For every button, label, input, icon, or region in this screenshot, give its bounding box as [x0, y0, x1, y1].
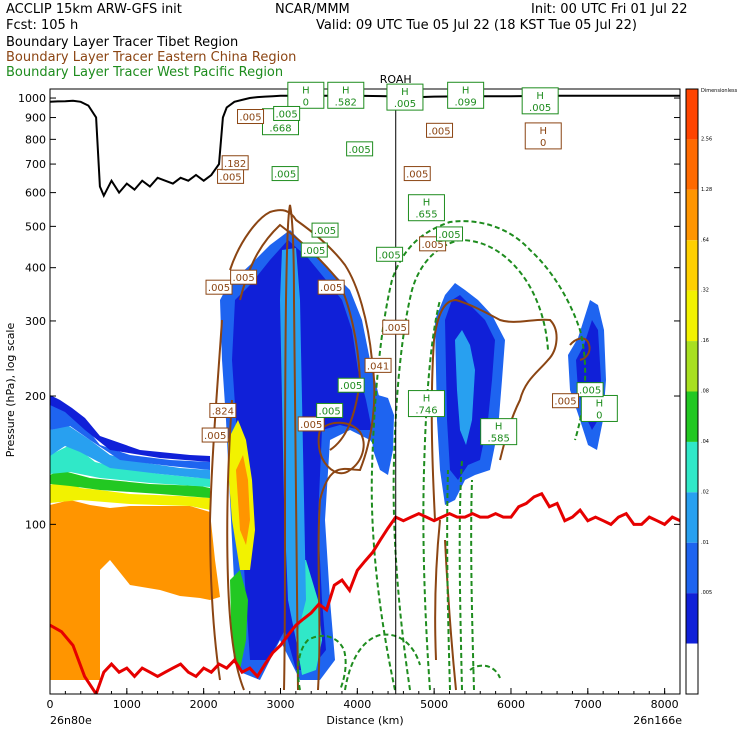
x-tick-label: 0 — [47, 698, 54, 711]
cross-section-chart: ROAH 0 1000 2000 3000 4000 5000 6000 7000 8000 1… — [4, 73, 738, 727]
contour-value-label: .005 — [319, 406, 341, 417]
green-contour-surface — [344, 633, 501, 691]
colorbar-swatch — [686, 542, 698, 594]
colorbar-swatch — [686, 643, 698, 694]
y-tick-label: 1000 — [18, 92, 46, 105]
y-axis-label: Pressure (hPa), log scale — [4, 323, 17, 458]
colorbar-label: .32 — [701, 288, 709, 294]
x-tick-label: 7000 — [574, 698, 602, 711]
h-label-letter: H — [495, 422, 503, 433]
colorbar-label: Dimensionless — [701, 88, 738, 94]
h-label-value: 0 — [596, 410, 602, 421]
colorbar-swatch — [686, 139, 698, 190]
y-tick-label: 900 — [25, 112, 46, 125]
h-label-value: .746 — [415, 406, 437, 417]
h-label-letter: H — [342, 85, 350, 96]
colorbar-swatch — [686, 341, 698, 392]
h-label-value: .585 — [488, 434, 510, 445]
contour-value-label: .005 — [340, 381, 362, 392]
contour-value-label: .005 — [314, 226, 336, 237]
contour-value-label: .005 — [274, 170, 296, 181]
colorbar-swatch — [686, 593, 698, 644]
colorbar-swatch — [686, 89, 698, 140]
contour-value-label: .005 — [204, 431, 226, 442]
contour-value-label: .005 — [348, 145, 370, 156]
colorbar-label: .04 — [701, 439, 709, 445]
contour-value-label: .005 — [300, 420, 322, 431]
x-tick-label: 8000 — [651, 698, 679, 711]
h-label-value: .668 — [269, 124, 291, 135]
h-label-letter: H — [401, 87, 409, 98]
colorbar-label: .16 — [701, 338, 709, 344]
tracer-fill-layer — [50, 230, 606, 680]
colorbar-label: .01 — [701, 540, 709, 546]
contour-value-label: .005 — [276, 109, 298, 120]
contour-value-label: .005 — [438, 230, 460, 241]
contour-value-label: .005 — [208, 283, 230, 294]
h-label-letter: H — [596, 398, 604, 409]
contour-value-label: .182 — [224, 159, 246, 170]
x-tick-label: 3000 — [266, 698, 294, 711]
contour-value-label: .824 — [212, 406, 234, 417]
h-label-letter: H — [302, 85, 310, 96]
y-tick-label: 300 — [25, 315, 46, 328]
contour-value-label: .005 — [303, 246, 325, 257]
colorbar-swatch — [686, 441, 698, 493]
colorbar-swatch — [686, 240, 698, 291]
contour-value-label: .005 — [239, 113, 261, 124]
contour-value-label: .005 — [219, 172, 241, 183]
h-label-value: 0 — [540, 138, 546, 149]
y-tick-label: 400 — [25, 262, 46, 275]
h-label-letter: H — [423, 394, 431, 405]
x-axis-end-label: 26n166e — [633, 714, 682, 727]
x-axis-label: Distance (km) — [326, 714, 403, 727]
contour-value-label: .005 — [428, 126, 450, 137]
colorbar-label: .08 — [701, 389, 709, 395]
y-tick-label: 200 — [25, 390, 46, 403]
contour-value-label: .005 — [406, 170, 428, 181]
h-label-value: .005 — [394, 99, 416, 110]
h-label-value: .005 — [529, 103, 551, 114]
h-label-value: .099 — [455, 97, 477, 108]
colorbar-label: .64 — [701, 237, 709, 243]
h-label-value: 0 — [303, 97, 309, 108]
x-tick-label: 4000 — [343, 698, 371, 711]
contour-value-label: .005 — [579, 386, 601, 397]
colorbar-swatch — [686, 391, 698, 442]
contour-value-label: .005 — [320, 283, 342, 294]
y-tick-label: 700 — [25, 158, 46, 171]
brown-contour-central-left — [208, 319, 223, 681]
contour-value-label: .005 — [385, 323, 407, 334]
h-label-letter: H — [423, 198, 431, 209]
y-tick-label: 100 — [25, 518, 46, 531]
colorbar-swatch — [686, 492, 698, 543]
y-tick-label: 800 — [25, 133, 46, 146]
colorbar-swatch — [686, 290, 698, 342]
h-label-letter: H — [462, 85, 470, 96]
brown-contour-east-lower — [434, 519, 457, 691]
x-axis-ticks: 0 1000 2000 3000 4000 5000 6000 7000 8000 — [47, 688, 681, 711]
h-label-value: .655 — [415, 210, 437, 221]
colorbar-label: .02 — [701, 489, 709, 495]
x-tick-label: 6000 — [497, 698, 525, 711]
contour-value-label: .041 — [367, 361, 389, 372]
x-tick-label: 2000 — [190, 698, 218, 711]
x-tick-label: 1000 — [113, 698, 141, 711]
x-tick-label: 5000 — [420, 698, 448, 711]
colorbar-label: 2.56 — [701, 136, 712, 142]
h-label-letter: H — [539, 126, 547, 137]
colorbar-label: 1.28 — [701, 187, 712, 193]
y-tick-label: 500 — [25, 220, 46, 233]
h-label-value: .582 — [335, 97, 357, 108]
x-axis-start-label: 26n80e — [50, 714, 92, 727]
colorbar-label: .005 — [701, 590, 712, 596]
contour-value-label: .005 — [378, 250, 400, 261]
h-label-letter: H — [536, 91, 544, 102]
y-tick-label: 600 — [25, 187, 46, 200]
contour-value-label: .005 — [421, 240, 443, 251]
contour-value-label: .005 — [554, 397, 576, 408]
contour-value-label: .005 — [232, 273, 254, 284]
colorbar: Dimensionless 2.56 1.28 .64 .32 .16 .08 .04 .02.… — [685, 88, 738, 695]
colorbar-swatch — [686, 189, 698, 241]
